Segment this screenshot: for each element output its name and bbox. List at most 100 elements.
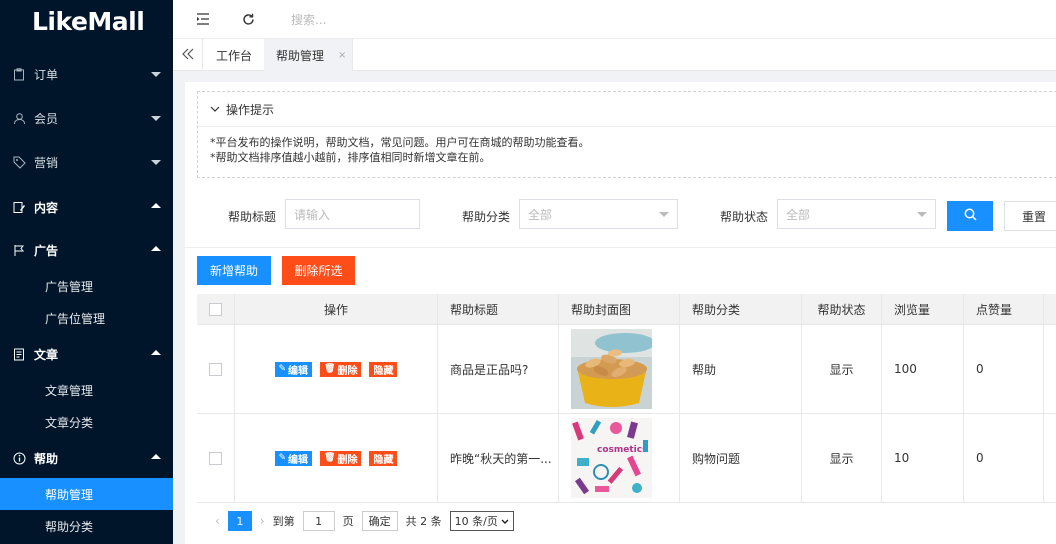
caret-down-icon <box>151 116 161 121</box>
column-header: 浏览量 <box>882 294 964 324</box>
cosmetics-pattern-image: cosmetics <box>571 418 652 498</box>
goto-confirm-button[interactable]: 确定 <box>361 511 398 531</box>
info-icon <box>12 451 26 465</box>
sidebar-subitem-article-category[interactable]: 文章分类 <box>0 406 173 438</box>
goto-page-input[interactable]: 1 <box>302 511 335 531</box>
sidebar-item-label: 广告 <box>34 243 59 258</box>
search-button[interactable] <box>947 201 993 231</box>
goto-suffix: 页 <box>342 515 354 528</box>
menu-fold-icon[interactable] <box>195 11 211 27</box>
column-header: 操作 <box>235 294 438 324</box>
edit-button[interactable]: ✎ 编辑 <box>274 361 313 377</box>
trash-icon: 🗑 <box>324 453 336 463</box>
edit-doc-icon <box>12 200 26 214</box>
caret-up-icon <box>151 350 161 355</box>
tag-icon <box>12 155 26 169</box>
sidebar-item-label: 会员 <box>34 111 59 126</box>
filter-status-label: 帮助状态 <box>720 210 769 224</box>
sidebar-subitem-help-category[interactable]: 帮助分类 <box>0 510 173 542</box>
help-status-cell: 显示 <box>802 414 882 502</box>
svg-text:cosmetics: cosmetics <box>597 445 647 455</box>
filter-title-label: 帮助标题 <box>228 210 277 224</box>
button-label: 编辑 <box>288 365 309 377</box>
chevron-left-icon[interactable]: ‹ <box>215 514 220 528</box>
clipboard-icon <box>12 67 26 81</box>
tips-header[interactable]: 操作提示 <box>198 92 1056 127</box>
select-all-cell <box>197 294 235 324</box>
search-icon <box>964 208 977 224</box>
trash-icon: 🗑 <box>324 364 336 374</box>
hide-button[interactable]: 隐藏 <box>369 450 398 466</box>
row-actions: ✎ 编辑 🗑 删除 隐藏 <box>235 414 438 502</box>
double-chevron-left-icon <box>181 48 194 63</box>
select-all-checkbox[interactable] <box>209 302 222 316</box>
total-count: 共 2 条 <box>405 515 442 528</box>
column-header: 帮助封面图 <box>559 294 680 324</box>
snack-bowl-image <box>571 329 652 409</box>
help-category-cell: 帮助 <box>680 325 802 413</box>
divider <box>185 247 1056 248</box>
delete-selected-button[interactable]: 删除所选 <box>282 256 355 285</box>
help-category-select[interactable]: 全部 <box>519 199 678 229</box>
pencil-icon: ✎ <box>278 453 287 463</box>
table-row: ✎ 编辑 🗑 删除 隐藏 昨晚“秋天的第一... cosmetics 购物问题 … <box>197 414 1056 503</box>
table-row: ✎ 编辑 🗑 删除 隐藏 商品是正品吗? 帮助 显示 100 0 <box>197 325 1056 414</box>
caret-down-icon <box>151 72 161 77</box>
help-status-cell: 显示 <box>802 325 882 413</box>
tabs-collapse-button[interactable] <box>173 39 203 71</box>
help-category-cell: 购物问题 <box>680 414 802 502</box>
delete-button[interactable]: 🗑 删除 <box>320 361 362 377</box>
help-title-input[interactable]: 请输入 <box>285 199 420 229</box>
sidebar-item-label: 文章 <box>34 347 59 362</box>
edit-button[interactable]: ✎ 编辑 <box>274 450 313 466</box>
refresh-icon[interactable] <box>240 11 256 27</box>
select-value: 10 条/页 <box>454 515 498 528</box>
row-select-cell <box>197 325 235 413</box>
tips-panel: 操作提示 *平台发布的操作说明，帮助文档，常见问题。用户可在商城的帮助功能查看。… <box>197 91 1056 178</box>
reset-button[interactable]: 重置 <box>1004 201 1056 231</box>
sidebar-subitem-ad-manage[interactable]: 广告管理 <box>0 270 173 302</box>
caret-up-icon <box>151 246 161 251</box>
button-label: 删除 <box>337 365 358 377</box>
sidebar-item-orders[interactable]: 订单 <box>0 52 173 96</box>
page-number-current[interactable]: 1 <box>227 511 252 531</box>
column-header: 帮助标题 <box>438 294 559 324</box>
sidebar-item-marketing[interactable]: 营销 <box>0 140 173 184</box>
close-icon[interactable]: × <box>338 50 346 61</box>
chevron-right-icon[interactable]: › <box>260 514 265 528</box>
sidebar-subitem-ad-slot-manage[interactable]: 广告位管理 <box>0 302 173 334</box>
tips-line: *帮助文档排序值越小越前，排序值相同时新增文章在前。 <box>210 151 491 164</box>
tips-title: 操作提示 <box>226 102 275 117</box>
select-value: 全部 <box>528 207 553 222</box>
page-size-select[interactable]: 10 条/页 <box>449 511 514 531</box>
delete-button[interactable]: 🗑 删除 <box>320 450 362 466</box>
row-checkbox[interactable] <box>209 451 222 465</box>
hide-button[interactable]: 隐藏 <box>369 361 398 377</box>
sidebar-item-content[interactable]: 内容 <box>0 185 173 229</box>
cover-cell: cosmetics <box>559 414 680 502</box>
sidebar-item-articles[interactable]: 文章 <box>0 332 173 376</box>
caret-up-icon <box>151 454 161 459</box>
flag-icon <box>12 243 26 257</box>
tab-workbench[interactable]: 工作台 <box>204 39 264 71</box>
tab-label: 帮助管理 <box>276 48 325 63</box>
sidebar-subitem-article-manage[interactable]: 文章管理 <box>0 374 173 406</box>
sidebar-item-ads[interactable]: 广告 <box>0 228 173 272</box>
filter-category-label: 帮助分类 <box>462 210 511 224</box>
row-checkbox[interactable] <box>209 362 222 376</box>
sidebar: LikeMall 订单 会员 营销 内容 广告 广告管理 广告位管理 文章 文章… <box>0 0 173 544</box>
row-actions: ✎ 编辑 🗑 删除 隐藏 <box>235 325 438 413</box>
button-label: 编辑 <box>288 454 309 466</box>
main-content: 操作提示 *平台发布的操作说明，帮助文档，常见问题。用户可在商城的帮助功能查看。… <box>185 82 1056 544</box>
help-status-select[interactable]: 全部 <box>777 199 936 229</box>
sidebar-item-help[interactable]: 帮助 <box>0 436 173 480</box>
column-header: 点赞量 <box>964 294 1044 324</box>
sidebar-subitem-help-manage[interactable]: 帮助管理 <box>0 478 173 510</box>
global-search-input[interactable] <box>291 10 491 30</box>
add-help-button[interactable]: 新增帮助 <box>197 256 271 285</box>
tab-help-manage[interactable]: 帮助管理 × <box>264 39 353 71</box>
sidebar-item-members[interactable]: 会员 <box>0 96 173 140</box>
views-cell: 10 <box>882 414 964 502</box>
input-placeholder: 请输入 <box>294 207 331 222</box>
app-logo: LikeMall <box>32 6 145 36</box>
